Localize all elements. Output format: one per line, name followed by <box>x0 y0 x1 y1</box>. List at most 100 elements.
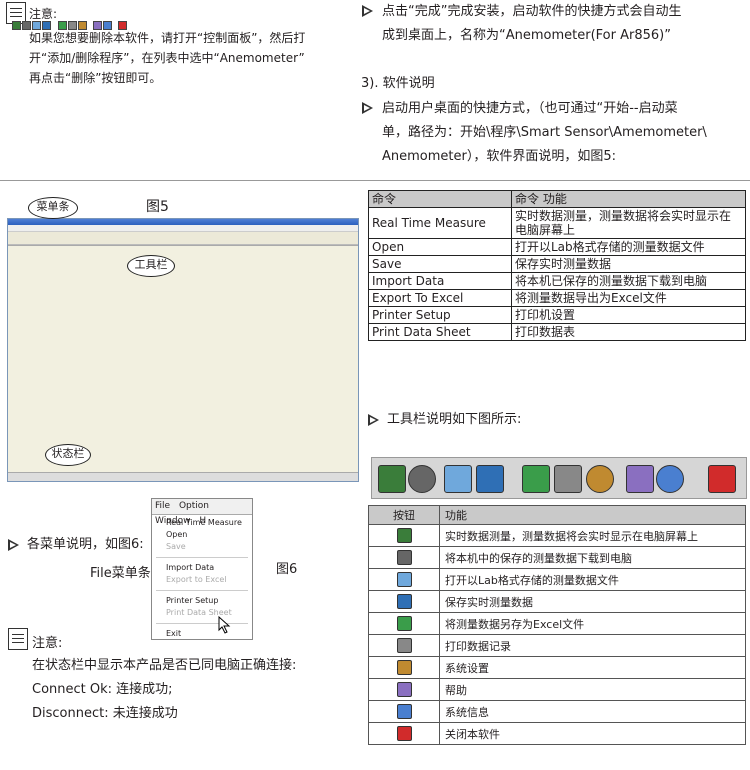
button-table: 按钮 功能 实时数据测量，测量数据将会实时显示在电脑屏幕上 将本机中的保存的测量… <box>368 505 746 745</box>
figure6-label: 图6 <box>276 562 298 577</box>
table-row: 实时数据测量，测量数据将会实时显示在电脑屏幕上 <box>368 524 746 547</box>
printer-icon <box>396 638 412 653</box>
menu-item-real-time-measure[interactable]: Real Time Measure <box>152 517 252 529</box>
button-function: 实时数据测量，测量数据将会实时显示在电脑屏幕上 <box>439 524 746 547</box>
command-function: 保存实时测量数据 <box>511 255 746 273</box>
button-function: 打开以Lab格式存储的测量数据文件 <box>439 568 746 591</box>
table-row: 保存实时测量数据 <box>368 590 746 613</box>
table-row: 将本机中的保存的测量数据下载到电脑 <box>368 546 746 569</box>
header-cell: 功能 <box>439 505 746 525</box>
software-window-screenshot <box>7 218 359 482</box>
info-icon <box>656 465 684 493</box>
menu-item-print-data-sheet[interactable]: Print Data Sheet <box>152 607 252 619</box>
power-icon <box>708 465 736 493</box>
open-folder-icon <box>32 21 41 30</box>
table-row: Real Time Measure 实时数据测量，测量数据将会实时显示在电脑屏幕… <box>368 207 746 239</box>
button-function: 系统设置 <box>439 656 746 679</box>
note-label: 注意: <box>32 636 63 651</box>
gear-icon <box>586 465 614 493</box>
client-area <box>8 245 358 473</box>
monitor-icon <box>378 465 406 493</box>
figure5-label: 图5 <box>146 199 169 215</box>
header-cell: 命令 <box>368 190 512 208</box>
menu-item-save[interactable]: Save <box>152 541 252 553</box>
mouse-cursor-icon <box>218 616 231 634</box>
command-name: Save <box>368 255 512 273</box>
text-line: 点击“完成”完成安装，启动软件的快捷方式会自动生 <box>382 4 682 19</box>
header-cell: 按钮 <box>368 505 440 525</box>
table-row: 打开以Lab格式存储的测量数据文件 <box>368 568 746 591</box>
toolbar <box>8 232 358 245</box>
command-name: Printer Setup <box>368 306 512 324</box>
table-row: Save 保存实时测量数据 <box>368 255 746 273</box>
table-row: 关闭本软件 <box>368 722 746 745</box>
command-function: 将测量数据导出为Excel文件 <box>511 289 746 307</box>
command-name: Open <box>368 238 512 256</box>
header-cell: 命令 功能 <box>511 190 746 208</box>
toolbar-intro: 工具栏说明如下图所示: <box>387 412 522 427</box>
section-divider <box>0 180 750 181</box>
table-row: Export To Excel 将测量数据导出为Excel文件 <box>368 289 746 307</box>
button-function: 帮助 <box>439 678 746 701</box>
command-name: Import Data <box>368 272 512 290</box>
status-bar-note: 在状态栏中显示本产品是否已同电脑正确连接: Connect Ok: 连接成功; … <box>32 654 352 726</box>
menu-item-open[interactable]: Open <box>152 529 252 541</box>
menu-item-export-excel[interactable]: Export to Excel <box>152 574 252 586</box>
text-line: Connect Ok: 连接成功; <box>32 682 173 697</box>
status-bar <box>8 472 358 481</box>
film-reel-icon <box>22 21 31 30</box>
save-disk-icon <box>476 465 504 493</box>
file-menu-screenshot: File Option Window H Real Time Measure O… <box>151 498 253 640</box>
menu-item-printer-setup[interactable]: Printer Setup <box>152 595 252 607</box>
toolbar-image <box>371 457 747 499</box>
menu-item-exit[interactable]: Exit <box>152 628 252 640</box>
menu-item-import-data[interactable]: Import Data <box>152 562 252 574</box>
install-complete-text: 点击“完成”完成安装，启动软件的快捷方式会自动生 成到桌面上，名称为“Anemo… <box>382 0 750 48</box>
table-row: Print Data Sheet 打印数据表 <box>368 323 746 341</box>
bullet-arrow-icon <box>368 414 379 426</box>
toolbar-callout: 工具栏 <box>127 255 175 277</box>
text-line: 成到桌面上，名称为“Anemometer(For Ar856)” <box>382 28 671 43</box>
text-line: 再点击“删除”按钮即可。 <box>29 71 162 85</box>
shortcut-description: 启动用户桌面的快捷方式，（也可通过“开始--启动菜 单，路径为：开始\程序\Sm… <box>382 97 750 169</box>
table-row: Open 打开以Lab格式存储的测量数据文件 <box>368 238 746 256</box>
command-function: 实时数据测量，测量数据将会实时显示在电脑屏幕上 <box>511 207 746 239</box>
button-function: 关闭本软件 <box>439 722 746 745</box>
bullet-arrow-icon <box>362 102 373 114</box>
table-row: Import Data 将本机已保存的测量数据下载到电脑 <box>368 272 746 290</box>
command-function: 打印数据表 <box>511 323 746 341</box>
menu-separator <box>156 623 248 624</box>
printer-icon <box>68 21 77 30</box>
text-line: 在状态栏中显示本产品是否已同电脑正确连接: <box>32 658 297 673</box>
button-function: 保存实时测量数据 <box>439 590 746 613</box>
save-disk-icon <box>396 594 412 609</box>
menu-bar <box>8 225 358 232</box>
excel-export-icon <box>396 616 412 631</box>
printer-icon <box>554 465 582 493</box>
table-row: Printer Setup 打印机设置 <box>368 306 746 324</box>
menu-file[interactable]: File <box>155 501 170 511</box>
text-line: 如果您想要删除本软件，请打开“控制面板”，然后打 <box>29 31 306 45</box>
uninstall-instructions: 如果您想要删除本软件，请打开“控制面板”，然后打 开“添加/删除程序”，在列表中… <box>29 28 359 88</box>
note-icon <box>8 628 28 650</box>
button-function: 将本机中的保存的测量数据下载到电脑 <box>439 546 746 569</box>
menu-separator <box>156 557 248 558</box>
text-line: 启动用户桌面的快捷方式，（也可通过“开始--启动菜 <box>382 101 678 116</box>
menu-option[interactable]: Option <box>179 501 209 511</box>
gear-icon <box>396 660 412 675</box>
table-row: 系统信息 <box>368 700 746 723</box>
file-menu-caption: File菜单条: <box>90 566 156 581</box>
gear-icon <box>78 21 87 30</box>
monitor-icon <box>12 21 21 30</box>
menubar-callout: 菜单条 <box>28 197 78 219</box>
info-icon <box>396 704 412 719</box>
text-line: Disconnect: 未连接成功 <box>32 706 178 721</box>
text-line: 开“添加/删除程序”，在列表中选中“Anemometer” <box>29 51 305 65</box>
section-heading: 3). 软件说明 <box>361 76 435 91</box>
command-name: Real Time Measure <box>368 207 512 239</box>
command-table: 命令 命令 功能 Real Time Measure 实时数据测量，测量数据将会… <box>368 190 746 341</box>
file-menu-bar: File Option Window H <box>152 499 252 526</box>
table-row: 打印数据记录 <box>368 634 746 657</box>
table-header: 命令 命令 功能 <box>368 190 746 208</box>
command-function: 打印机设置 <box>511 306 746 324</box>
